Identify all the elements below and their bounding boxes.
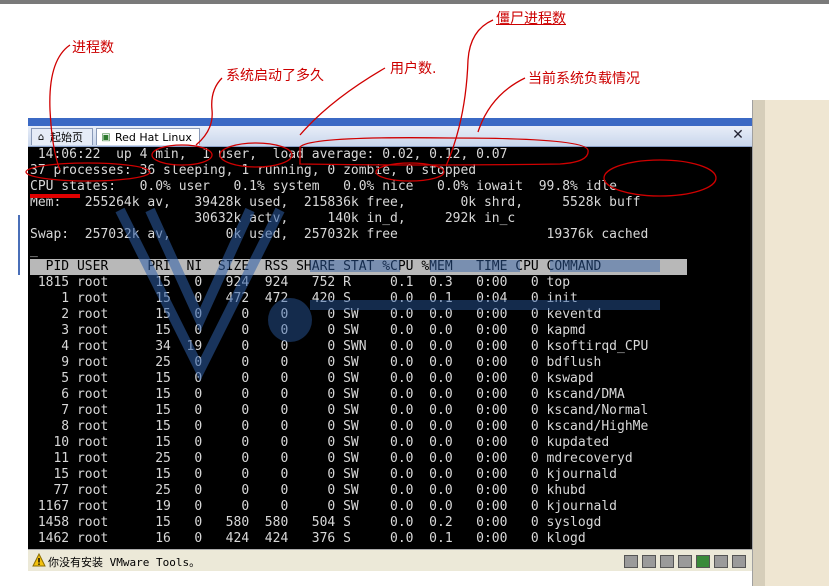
process-row: 77 root 25 0 0 0 0 SW 0.0 0.0 0:00 0 khu… bbox=[30, 483, 586, 498]
network-icon[interactable] bbox=[696, 555, 710, 568]
process-row: 1815 root 15 0 924 924 752 R 0.1 0.3 0:0… bbox=[30, 275, 571, 290]
summary-line-mem2: 30632k actv, 140k in_d, 292k in_c bbox=[30, 211, 516, 226]
device-icon-6[interactable] bbox=[732, 555, 746, 568]
process-row: 2 root 15 0 0 0 0 SW 0.0 0.0 0:00 0 keve… bbox=[30, 307, 602, 322]
home-icon: ⌂ bbox=[37, 132, 45, 143]
device-icon-1[interactable] bbox=[624, 555, 638, 568]
status-message[interactable]: 你没有安装 VMware Tools。 bbox=[48, 554, 200, 570]
document-shadow bbox=[753, 100, 765, 586]
cursor-line: _ bbox=[30, 243, 38, 258]
annotation-users: 用户数. bbox=[390, 61, 437, 77]
process-row: 10 root 15 0 0 0 0 SW 0.0 0.0 0:00 0 kup… bbox=[30, 435, 610, 450]
summary-line-swap: Swap: 257032k av, 0k used, 257032k free … bbox=[30, 227, 649, 242]
device-icon-3[interactable] bbox=[660, 555, 674, 568]
device-icon-5[interactable] bbox=[714, 555, 728, 568]
tab-bar: ⌂ 起始页 ▣ Red Hat Linux ✕ bbox=[28, 126, 752, 147]
tab-red-hat-label: Red Hat Linux bbox=[115, 131, 192, 144]
process-row: 6 root 15 0 0 0 0 SW 0.0 0.0 0:00 0 ksca… bbox=[30, 387, 625, 402]
warning-icon bbox=[32, 553, 46, 567]
summary-line-processes: 37 processes: 36 sleeping, 1 running, 0 … bbox=[30, 163, 477, 178]
process-row: 9 root 25 0 0 0 0 SW 0.0 0.0 0:00 0 bdfl… bbox=[30, 355, 602, 370]
annotation-load: 当前系统负载情况 bbox=[528, 71, 640, 87]
tab-home-label: 起始页 bbox=[50, 131, 83, 144]
process-row: 11 root 25 0 0 0 0 SW 0.0 0.0 0:00 0 mdr… bbox=[30, 451, 633, 466]
process-row: 7 root 15 0 0 0 0 SW 0.0 0.0 0:00 0 ksca… bbox=[30, 403, 649, 418]
summary-line-uptime: 14:06:22 up 4 min, 1 user, load average:… bbox=[30, 147, 508, 162]
summary-line-mem: Mem: 255264k av, 39428k used, 215836k fr… bbox=[30, 195, 641, 210]
status-bar: 你没有安装 VMware Tools。 bbox=[28, 549, 752, 571]
tab-home[interactable]: ⌂ 起始页 bbox=[31, 128, 93, 145]
process-table-header: PID USER PRI NI SIZE RSS SHARE STAT %CPU… bbox=[30, 259, 602, 274]
process-row: 1 root 15 0 472 472 420 S 0.0 0.1 0:04 0… bbox=[30, 291, 578, 306]
process-row: 15 root 15 0 0 0 0 SW 0.0 0.0 0:00 0 kjo… bbox=[30, 467, 617, 482]
close-icon[interactable]: ✕ bbox=[730, 127, 746, 144]
process-row: 1458 root 15 0 580 580 504 S 0.0 0.2 0:0… bbox=[30, 515, 602, 530]
left-edge-marker bbox=[18, 215, 20, 275]
device-icon-4[interactable] bbox=[678, 555, 692, 568]
device-icon-2[interactable] bbox=[642, 555, 656, 568]
annotation-zombie: 僵尸进程数 bbox=[496, 11, 566, 27]
top-strip bbox=[0, 0, 829, 4]
vm-icon: ▣ bbox=[101, 132, 111, 143]
summary-line-cpu: CPU states: 0.0% user 0.1% system 0.0% n… bbox=[30, 179, 617, 194]
process-row: 3 root 15 0 0 0 0 SW 0.0 0.0 0:00 0 kapm… bbox=[30, 323, 586, 338]
tab-red-hat-linux[interactable]: ▣ Red Hat Linux bbox=[96, 128, 200, 145]
process-row: 1462 root 16 0 424 424 376 S 0.0 0.1 0:0… bbox=[30, 531, 586, 546]
window-titlebar[interactable] bbox=[28, 118, 752, 126]
process-row: 5 root 15 0 0 0 0 SW 0.0 0.0 0:00 0 kswa… bbox=[30, 371, 594, 386]
process-row: 1167 root 19 0 0 0 0 SW 0.0 0.0 0:00 0 k… bbox=[30, 499, 617, 514]
background-document bbox=[752, 100, 829, 586]
annotation-processes: 进程数 bbox=[72, 40, 114, 56]
process-row: 8 root 15 0 0 0 0 SW 0.0 0.0 0:00 0 ksca… bbox=[30, 419, 649, 434]
process-row: 4 root 34 19 0 0 0 SWN 0.0 0.0 0:00 0 ks… bbox=[30, 339, 649, 354]
terminal-screen[interactable]: 14:06:22 up 4 min, 1 user, load average:… bbox=[28, 147, 750, 549]
annotation-uptime: 系统启动了多久 bbox=[226, 68, 324, 84]
